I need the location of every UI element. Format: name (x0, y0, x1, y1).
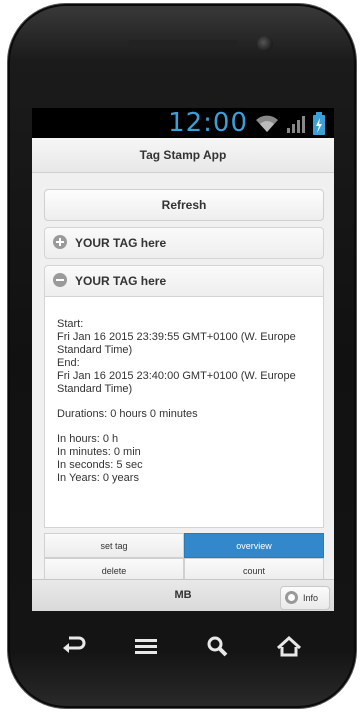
in-hours-text: In hours: 0 h (57, 433, 119, 445)
status-bar: 12:00 (32, 108, 334, 138)
camera-icon (257, 36, 273, 52)
end-value: Fri Jan 16 2015 23:40:00 GMT+0100 (W. Eu… (57, 370, 296, 382)
battery-charging-icon (313, 112, 325, 135)
start-value-cont: Standard Time) (57, 344, 133, 356)
tag-title: YOUR TAG here (75, 236, 167, 250)
menu-icon[interactable] (132, 634, 160, 660)
minus-icon (53, 273, 67, 287)
page-title: Tag Stamp App (32, 138, 334, 173)
signal-icon (287, 116, 305, 133)
start-value: Fri Jan 16 2015 23:39:55 GMT+0100 (W. Eu… (57, 331, 296, 343)
search-icon[interactable] (204, 634, 232, 660)
tag-title: YOUR TAG here (75, 274, 167, 288)
screen: 12:00 Tag Stamp App Refresh YOUR TAG her… (32, 108, 334, 611)
tag-details-panel: Start: Fri Jan 16 2015 23:39:55 GMT+0100… (44, 297, 324, 528)
footer-bar: MB Info (32, 579, 334, 611)
set-tag-button[interactable]: set tag (44, 533, 184, 558)
plus-icon (53, 235, 67, 249)
system-nav-bar (32, 620, 334, 672)
phone-frame: 12:00 Tag Stamp App Refresh YOUR TAG her… (0, 0, 364, 713)
tag-collapsible-1[interactable]: YOUR TAG here (44, 227, 324, 259)
in-minutes-text: In minutes: 0 min (57, 446, 141, 458)
start-label: Start: (57, 318, 84, 330)
speaker-grille (128, 40, 238, 46)
content-area: Refresh YOUR TAG here YOUR TAG here Star… (32, 173, 334, 583)
info-button[interactable]: Info (280, 586, 330, 610)
overview-button[interactable]: overview (184, 533, 324, 558)
info-icon (285, 591, 298, 604)
refresh-button[interactable]: Refresh (44, 189, 324, 221)
in-seconds-text: In seconds: 5 sec (57, 459, 143, 471)
action-grid: set tag overview delete count (44, 533, 324, 583)
back-icon[interactable] (59, 634, 87, 660)
home-icon[interactable] (275, 634, 303, 660)
status-clock: 12:00 (168, 108, 248, 138)
info-label: Info (303, 593, 319, 603)
tag-collapsible-2[interactable]: YOUR TAG here (44, 265, 324, 297)
end-value-cont: Standard Time) (57, 383, 133, 395)
in-years-text: In Years: 0 years (57, 472, 139, 484)
end-label: End: (57, 357, 80, 369)
wifi-icon (256, 115, 278, 132)
duration-text: Durations: 0 hours 0 minutes (57, 408, 198, 420)
